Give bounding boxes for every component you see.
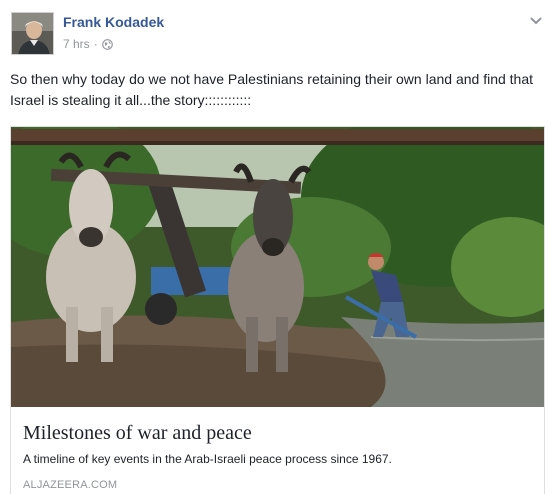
avatar[interactable] (11, 12, 54, 55)
link-preview-image[interactable] (11, 127, 544, 407)
author-name[interactable]: Frank Kodadek (63, 14, 164, 30)
feed-post: Frank Kodadek 7 hrs · So then why today … (0, 0, 552, 494)
meta-separator: · (93, 37, 98, 51)
link-description: A timeline of key events in the Arab-Isr… (23, 452, 392, 466)
link-domain: ALJAZEERA.COM (23, 479, 118, 491)
post-timestamp[interactable]: 7 hrs (63, 37, 90, 51)
avatar-photo (12, 13, 53, 54)
post-meta: 7 hrs · (63, 37, 113, 51)
chevron-down-icon[interactable] (528, 14, 544, 26)
post-text: So then why today do we not have Palesti… (10, 71, 534, 108)
oxen-photo (11, 127, 544, 407)
link-title[interactable]: Milestones of war and peace (23, 421, 532, 445)
link-preview-body[interactable]: Milestones of war and peace A timeline o… (11, 407, 544, 494)
link-preview-card[interactable]: Milestones of war and peace A timeline o… (10, 126, 545, 494)
globe-icon[interactable] (101, 38, 113, 50)
